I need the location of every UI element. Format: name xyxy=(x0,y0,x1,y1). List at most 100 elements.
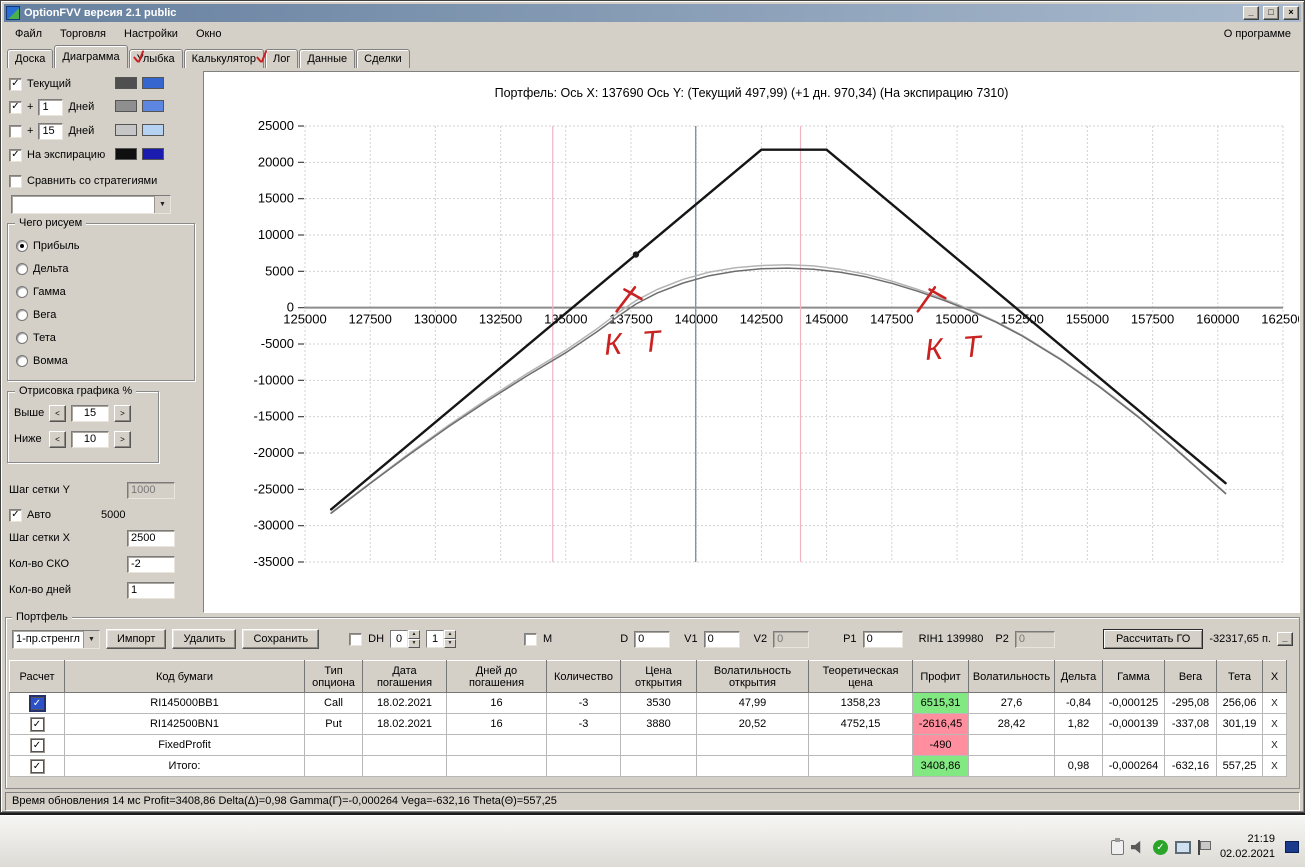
cell-theo-price[interactable] xyxy=(809,735,913,756)
menu-file[interactable]: Файл xyxy=(6,25,51,43)
cell-code[interactable]: FixedProfit xyxy=(65,735,305,756)
dh-spinner-2[interactable]: 1 ▲▼ xyxy=(426,630,456,648)
volume-icon[interactable] xyxy=(1131,840,1146,854)
cell-type[interactable]: Call xyxy=(305,693,363,714)
dh-spinner-2-value[interactable]: 1 xyxy=(426,630,444,648)
cell-code[interactable]: RI142500BN1 xyxy=(65,714,305,735)
cell-vega[interactable]: -295,08 xyxy=(1165,693,1217,714)
cell-qty[interactable] xyxy=(547,735,621,756)
cell-open-price[interactable] xyxy=(621,756,697,777)
import-button[interactable]: Импорт xyxy=(106,629,166,649)
tab-log[interactable]: Лог xyxy=(265,49,298,68)
clock[interactable]: 21:19 02.02.2021 xyxy=(1217,832,1278,862)
col-calc[interactable]: Расчет xyxy=(10,661,65,693)
col-vega[interactable]: Вега xyxy=(1165,661,1217,693)
col-delta[interactable]: Дельта xyxy=(1055,661,1103,693)
dh-checkbox[interactable] xyxy=(349,633,362,646)
spin-up-icon[interactable]: ▲ xyxy=(444,630,456,639)
cell-calc[interactable]: ✓ xyxy=(10,756,65,777)
col-open-vol[interactable]: Волатильность открытия xyxy=(697,661,809,693)
row-calc-checkbox[interactable]: ✓ xyxy=(31,718,44,731)
cell-calc[interactable]: ✓ xyxy=(10,693,65,714)
cell-vega[interactable] xyxy=(1165,735,1217,756)
cell-gamma[interactable] xyxy=(1103,735,1165,756)
row-calc-checkbox[interactable]: ✓ xyxy=(31,760,44,773)
row-calc-checkbox[interactable]: ✓ xyxy=(31,739,44,752)
display-icon[interactable] xyxy=(1175,841,1191,854)
menu-settings[interactable]: Настройки xyxy=(115,25,187,43)
v1-field[interactable] xyxy=(704,631,740,648)
cell-theta[interactable]: 301,19 xyxy=(1217,714,1263,735)
col-gamma[interactable]: Гамма xyxy=(1103,661,1165,693)
cell-gamma[interactable]: -0,000125 xyxy=(1103,693,1165,714)
radio-vega[interactable] xyxy=(16,309,28,321)
color-swatch[interactable] xyxy=(142,77,164,89)
radio-profit-label[interactable]: Прибыль xyxy=(33,240,80,252)
radio-vomma-label[interactable]: Вомма xyxy=(33,355,68,367)
radio-theta[interactable] xyxy=(16,332,28,344)
cell-type[interactable] xyxy=(305,735,363,756)
col-open-price[interactable]: Цена открытия xyxy=(621,661,697,693)
spin-down-icon[interactable]: ▼ xyxy=(408,639,420,648)
clipboard-icon[interactable] xyxy=(1111,840,1124,855)
cell-open-vol[interactable]: 20,52 xyxy=(697,714,809,735)
radio-delta-label[interactable]: Дельта xyxy=(33,263,69,275)
m-label[interactable]: M xyxy=(543,633,552,645)
plus15-day-checkbox[interactable] xyxy=(9,125,22,138)
dh-spinner-1-value[interactable]: 0 xyxy=(390,630,408,648)
cell-expiry[interactable] xyxy=(363,756,447,777)
current-color-swatches[interactable] xyxy=(115,77,164,89)
color-swatch[interactable] xyxy=(142,148,164,160)
cell-theta[interactable] xyxy=(1217,735,1263,756)
grid-x-field[interactable] xyxy=(127,530,175,547)
cell-vega[interactable]: -337,08 xyxy=(1165,714,1217,735)
cell-theo-price[interactable] xyxy=(809,756,913,777)
col-vol[interactable]: Волатильность xyxy=(969,661,1055,693)
radio-delta[interactable] xyxy=(16,263,28,275)
auto-grid-checkbox[interactable]: ✓ xyxy=(9,509,22,522)
days2-field[interactable] xyxy=(38,123,63,140)
radio-gamma[interactable] xyxy=(16,286,28,298)
chevron-down-icon[interactable]: ▼ xyxy=(83,631,99,648)
cell-qty[interactable]: -3 xyxy=(547,693,621,714)
cell-theta[interactable]: 256,06 xyxy=(1217,693,1263,714)
cell-calc[interactable]: ✓ xyxy=(10,735,65,756)
above-increment-button[interactable]: > xyxy=(114,405,131,422)
cell-theo-price[interactable]: 4752,15 xyxy=(809,714,913,735)
row-delete-button[interactable]: X xyxy=(1263,756,1287,777)
cell-open-vol[interactable] xyxy=(697,756,809,777)
below-increment-button[interactable]: > xyxy=(114,431,131,448)
tab-smile[interactable]: Улыбка xyxy=(129,49,183,68)
cell-days[interactable] xyxy=(447,735,547,756)
minimize-button[interactable]: _ xyxy=(1243,6,1259,20)
above-decrement-button[interactable]: < xyxy=(49,405,66,422)
table-row[interactable]: ✓ Итого: 3408,86 0,98 -0,000264 -632 xyxy=(10,756,1287,777)
chart-panel[interactable]: Портфель: Ось X: 137690 Ось Y: (Текущий … xyxy=(203,71,1300,613)
row-delete-button[interactable]: X xyxy=(1263,714,1287,735)
color-swatch[interactable] xyxy=(142,100,164,112)
plus15-color-swatches[interactable] xyxy=(115,124,164,136)
below-field[interactable] xyxy=(71,431,109,448)
radio-theta-label[interactable]: Тета xyxy=(33,332,56,344)
plus1-day-checkbox[interactable]: ✓ xyxy=(9,101,22,114)
row-delete-button[interactable]: X xyxy=(1263,735,1287,756)
days1-field[interactable] xyxy=(38,99,63,116)
flag-icon[interactable] xyxy=(1198,840,1210,855)
cell-gamma[interactable]: -0,000264 xyxy=(1103,756,1165,777)
status-ok-icon[interactable]: ✓ xyxy=(1153,840,1168,855)
m-checkbox[interactable] xyxy=(524,633,537,646)
cell-theo-price[interactable]: 1358,23 xyxy=(809,693,913,714)
color-swatch[interactable] xyxy=(115,124,137,136)
cell-open-vol[interactable]: 47,99 xyxy=(697,693,809,714)
payoff-chart[interactable]: 2500020000150001000050000-5000-10000-150… xyxy=(205,110,1299,610)
spin-up-icon[interactable]: ▲ xyxy=(408,630,420,639)
cell-theta[interactable]: 557,25 xyxy=(1217,756,1263,777)
close-button[interactable]: × xyxy=(1283,6,1299,20)
cell-expiry[interactable]: 18.02.2021 xyxy=(363,714,447,735)
row-delete-button[interactable]: X xyxy=(1263,693,1287,714)
tab-calculator[interactable]: Калькулятор xyxy=(184,49,264,68)
col-close[interactable]: X xyxy=(1263,661,1287,693)
radio-vomma[interactable] xyxy=(16,355,28,367)
cell-profit[interactable]: 6515,31 xyxy=(913,693,969,714)
cell-expiry[interactable] xyxy=(363,735,447,756)
